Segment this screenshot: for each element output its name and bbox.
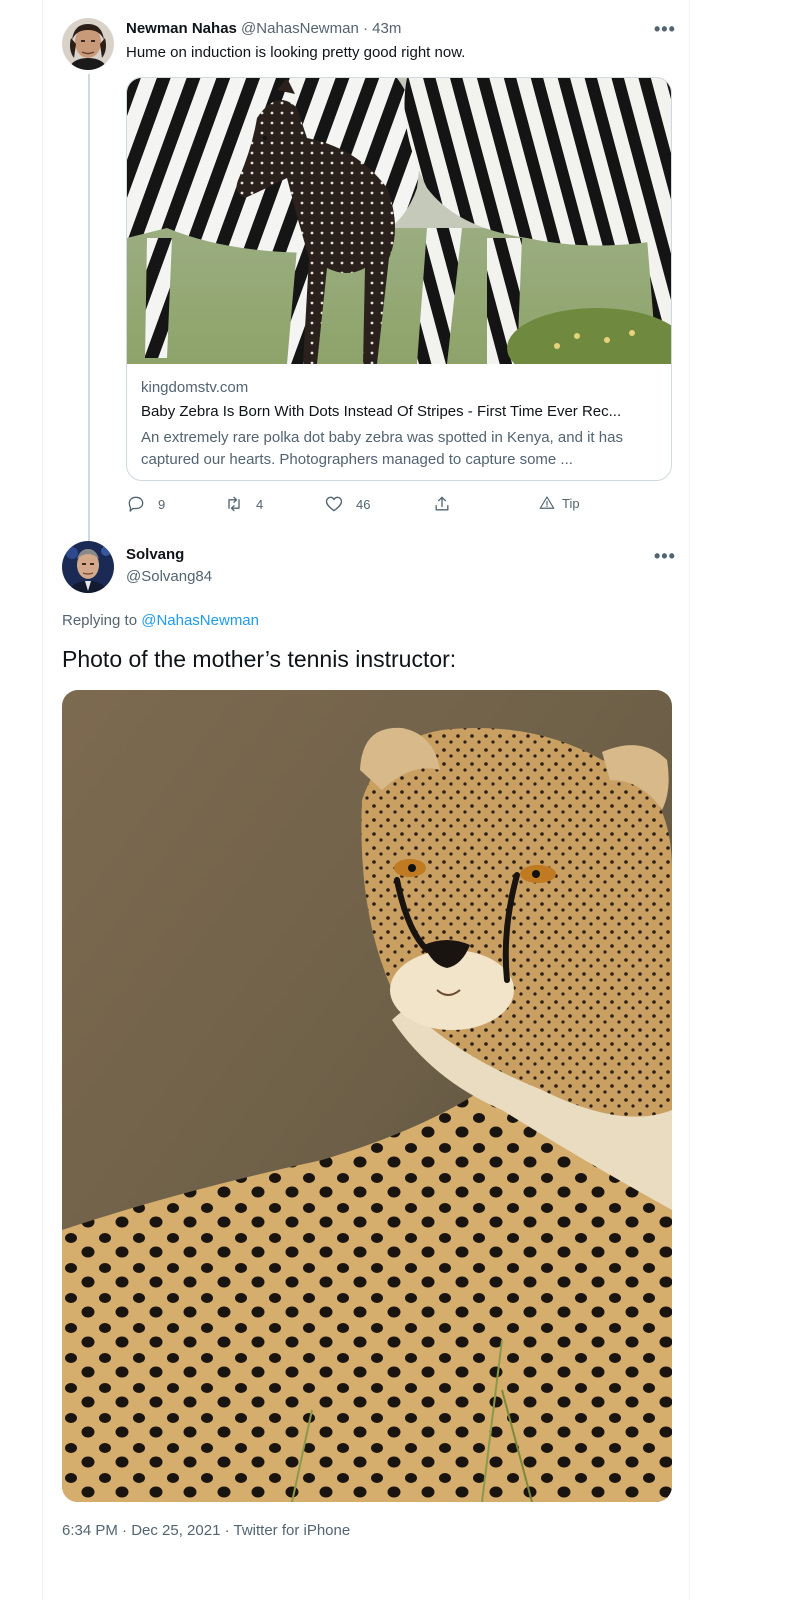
link-card[interactable]: kingdomstv.com Baby Zebra Is Born With D…	[126, 77, 672, 481]
like-button[interactable]: 46	[324, 494, 370, 514]
reply-count: 9	[158, 496, 166, 512]
link-card-domain: kingdomstv.com	[141, 379, 249, 396]
avatar-newman-nahas[interactable]	[62, 18, 114, 70]
tweet2-author-handle[interactable]: @Solvang84	[126, 568, 212, 585]
tweet1-action-bar: 9 4 46 Tip	[126, 494, 672, 518]
tip-button[interactable]: Tip	[538, 494, 580, 512]
tweet1-header: Newman Nahas @NahasNewman · 43m	[126, 20, 401, 37]
link-card-title: Baby Zebra Is Born With Dots Instead Of …	[141, 403, 622, 420]
retweet-count: 4	[256, 496, 264, 512]
tweet1-author-handle[interactable]: @NahasNewman	[241, 20, 359, 37]
tip-icon	[539, 496, 555, 509]
retweet-button[interactable]: 4	[224, 494, 263, 514]
avatar-solvang[interactable]	[62, 541, 114, 593]
share-button[interactable]	[432, 494, 452, 514]
link-card-description: An extremely rare polka dot baby zebra w…	[141, 429, 623, 468]
share-icon	[435, 496, 449, 511]
tweet2-meta: 6:34 PM · Dec 25, 2021 · Twitter for iPh…	[62, 1522, 351, 1539]
more-icon[interactable]: •••	[654, 20, 676, 38]
tweet1-text: Hume on induction is looking pretty good…	[126, 44, 466, 61]
replying-to-label: Replying to	[62, 612, 138, 629]
reply-icon	[128, 496, 144, 512]
retweet-icon	[228, 496, 240, 512]
tweet1-separator: ·	[363, 20, 368, 37]
reply-button[interactable]: 9	[126, 494, 165, 514]
replying-to: Replying to @NahasNewman	[62, 612, 259, 629]
more-icon[interactable]: •••	[654, 547, 676, 565]
thread-connector-line	[88, 74, 90, 544]
tweet2-author-name[interactable]: Solvang	[126, 546, 184, 563]
tweet1-timestamp[interactable]: 43m	[372, 20, 401, 37]
like-count: 46	[356, 496, 371, 512]
zebra-image	[127, 78, 671, 388]
tip-label: Tip	[562, 495, 580, 511]
heart-icon	[325, 496, 343, 512]
replying-to-mention[interactable]: @NahasNewman	[141, 612, 259, 629]
tweet2-text: Photo of the mother’s tennis instructor:	[62, 646, 457, 672]
cheetah-photo[interactable]	[62, 690, 672, 1502]
tweet1-author-name[interactable]: Newman Nahas	[126, 20, 237, 37]
